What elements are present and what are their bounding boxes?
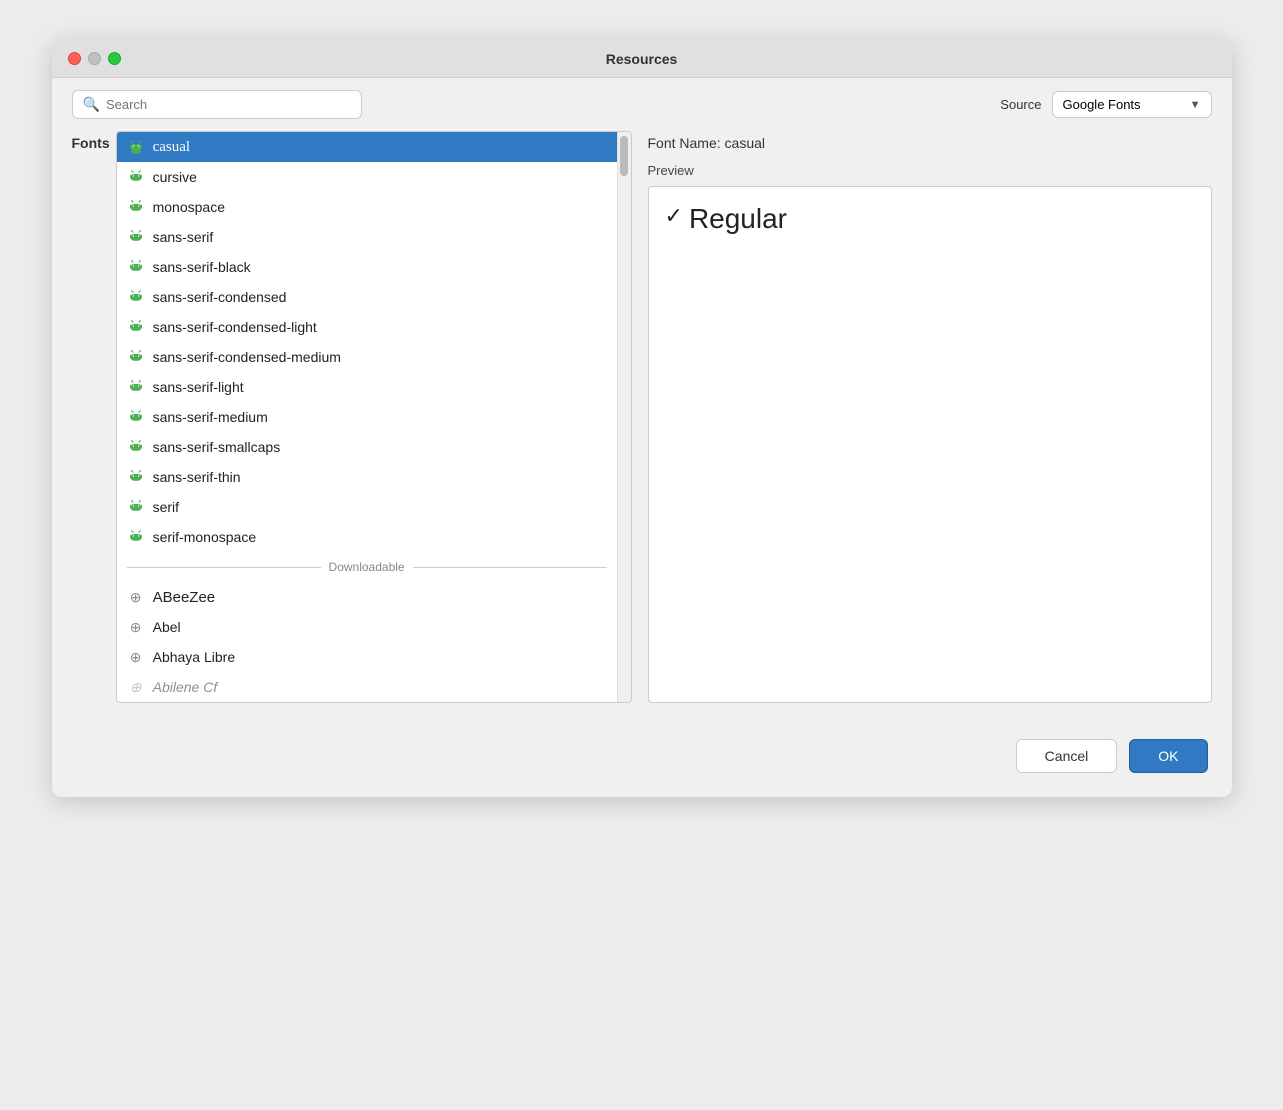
font-item-sans-serif-black[interactable]: sans-serif-black — [117, 252, 617, 282]
window-title: Resources — [606, 51, 678, 67]
android-icon — [127, 408, 145, 426]
android-icon — [127, 258, 145, 276]
android-icon — [127, 498, 145, 516]
link-icon: ⊕ — [127, 648, 145, 666]
minimize-button[interactable] — [88, 52, 101, 65]
font-item-abel[interactable]: ⊕ Abel — [117, 612, 617, 642]
font-name-value: casual — [725, 135, 765, 151]
fonts-panel: Fonts — [72, 131, 632, 703]
android-icon — [127, 138, 145, 156]
preview-text: Regular — [689, 203, 787, 235]
android-icon — [127, 468, 145, 486]
android-icon — [127, 228, 145, 246]
android-icon — [127, 438, 145, 456]
font-name-prefix: Font Name: — [648, 135, 725, 151]
scrollbar-track[interactable] — [617, 132, 631, 702]
android-icon — [127, 198, 145, 216]
scrollbar-thumb[interactable] — [620, 136, 628, 176]
cancel-button[interactable]: Cancel — [1016, 739, 1118, 773]
font-item-casual[interactable]: casual — [117, 132, 617, 162]
android-icon — [127, 288, 145, 306]
font-name-sans-serif-condensed-light: sans-serif-condensed-light — [153, 319, 317, 335]
font-item-sans-serif-condensed-medium[interactable]: sans-serif-condensed-medium — [117, 342, 617, 372]
checkmark-icon: ✓ — [665, 203, 683, 229]
font-item-abilene-cf[interactable]: ⊕ Abilene Cf — [117, 672, 617, 702]
font-item-monospace[interactable]: monospace — [117, 192, 617, 222]
detail-panel: Font Name: casual Preview ✓ Regular — [648, 131, 1212, 703]
font-item-sans-serif-condensed[interactable]: sans-serif-condensed — [117, 282, 617, 312]
font-name-sans-serif-medium: sans-serif-medium — [153, 409, 268, 425]
font-item-sans-serif-condensed-light[interactable]: sans-serif-condensed-light — [117, 312, 617, 342]
preview-box: ✓ Regular — [648, 186, 1212, 703]
link-icon: ⊕ — [127, 618, 145, 636]
preview-label: Preview — [648, 163, 1212, 178]
font-name-cursive: cursive — [153, 169, 197, 185]
font-name-sans-serif-light: sans-serif-light — [153, 379, 244, 395]
android-icon — [127, 318, 145, 336]
link-icon: ⊕ — [127, 678, 145, 696]
font-name-display: Font Name: casual — [648, 131, 1212, 151]
font-name-sans-serif: sans-serif — [153, 229, 214, 245]
font-name-serif: serif — [153, 499, 179, 515]
toolbar: 🔍 Source Google Fonts ▼ — [52, 78, 1232, 131]
font-item-cursive[interactable]: cursive — [117, 162, 617, 192]
link-icon: ⊕ — [127, 588, 145, 606]
source-value: Google Fonts — [1063, 97, 1141, 112]
search-icon: 🔍 — [83, 96, 100, 113]
font-item-sans-serif-smallcaps[interactable]: sans-serif-smallcaps — [117, 432, 617, 462]
search-input[interactable] — [106, 97, 351, 112]
android-icon — [127, 528, 145, 546]
section-divider-downloadable: Downloadable — [117, 552, 617, 582]
source-row: Source Google Fonts ▼ — [1000, 91, 1211, 118]
font-name-casual: casual — [153, 139, 190, 156]
font-item-serif[interactable]: serif — [117, 492, 617, 522]
font-item-sans-serif[interactable]: sans-serif — [117, 222, 617, 252]
close-button[interactable] — [68, 52, 81, 65]
main-content: Fonts — [52, 131, 1232, 723]
source-label: Source — [1000, 97, 1041, 112]
android-icon — [127, 348, 145, 366]
source-dropdown[interactable]: Google Fonts ▼ — [1052, 91, 1212, 118]
android-icon — [127, 378, 145, 396]
font-name-abeezee: ABeeZee — [153, 589, 216, 606]
traffic-lights — [68, 52, 121, 65]
font-name-abel: Abel — [153, 619, 181, 635]
fonts-label: Fonts — [72, 131, 110, 703]
font-name-sans-serif-condensed: sans-serif-condensed — [153, 289, 287, 305]
font-name-abilene-cf: Abilene Cf — [153, 679, 218, 695]
font-item-abeezee[interactable]: ⊕ ABeeZee — [117, 582, 617, 612]
font-item-sans-serif-light[interactable]: sans-serif-light — [117, 372, 617, 402]
ok-button[interactable]: OK — [1129, 739, 1207, 773]
font-item-sans-serif-thin[interactable]: sans-serif-thin — [117, 462, 617, 492]
font-name-monospace: monospace — [153, 199, 225, 215]
font-item-abhaya-libre[interactable]: ⊕ Abhaya Libre — [117, 642, 617, 672]
preview-regular: ✓ Regular — [665, 203, 1195, 235]
font-item-serif-monospace[interactable]: serif-monospace — [117, 522, 617, 552]
font-name-sans-serif-smallcaps: sans-serif-smallcaps — [153, 439, 281, 455]
resources-window: Resources 🔍 Source Google Fonts ▼ Fonts — [52, 40, 1232, 797]
search-box[interactable]: 🔍 — [72, 90, 362, 119]
font-name-abhaya-libre: Abhaya Libre — [153, 649, 236, 665]
section-divider-label: Downloadable — [329, 560, 405, 574]
font-name-sans-serif-condensed-medium: sans-serif-condensed-medium — [153, 349, 341, 365]
font-name-serif-monospace: serif-monospace — [153, 529, 257, 545]
fonts-list-container: casual cursive — [116, 131, 632, 703]
fonts-list: casual cursive — [117, 132, 617, 702]
chevron-down-icon: ▼ — [1190, 99, 1201, 111]
footer: Cancel OK — [52, 723, 1232, 797]
font-item-sans-serif-medium[interactable]: sans-serif-medium — [117, 402, 617, 432]
maximize-button[interactable] — [108, 52, 121, 65]
font-name-sans-serif-thin: sans-serif-thin — [153, 469, 241, 485]
font-name-sans-serif-black: sans-serif-black — [153, 259, 251, 275]
title-bar: Resources — [52, 40, 1232, 78]
android-icon — [127, 168, 145, 186]
